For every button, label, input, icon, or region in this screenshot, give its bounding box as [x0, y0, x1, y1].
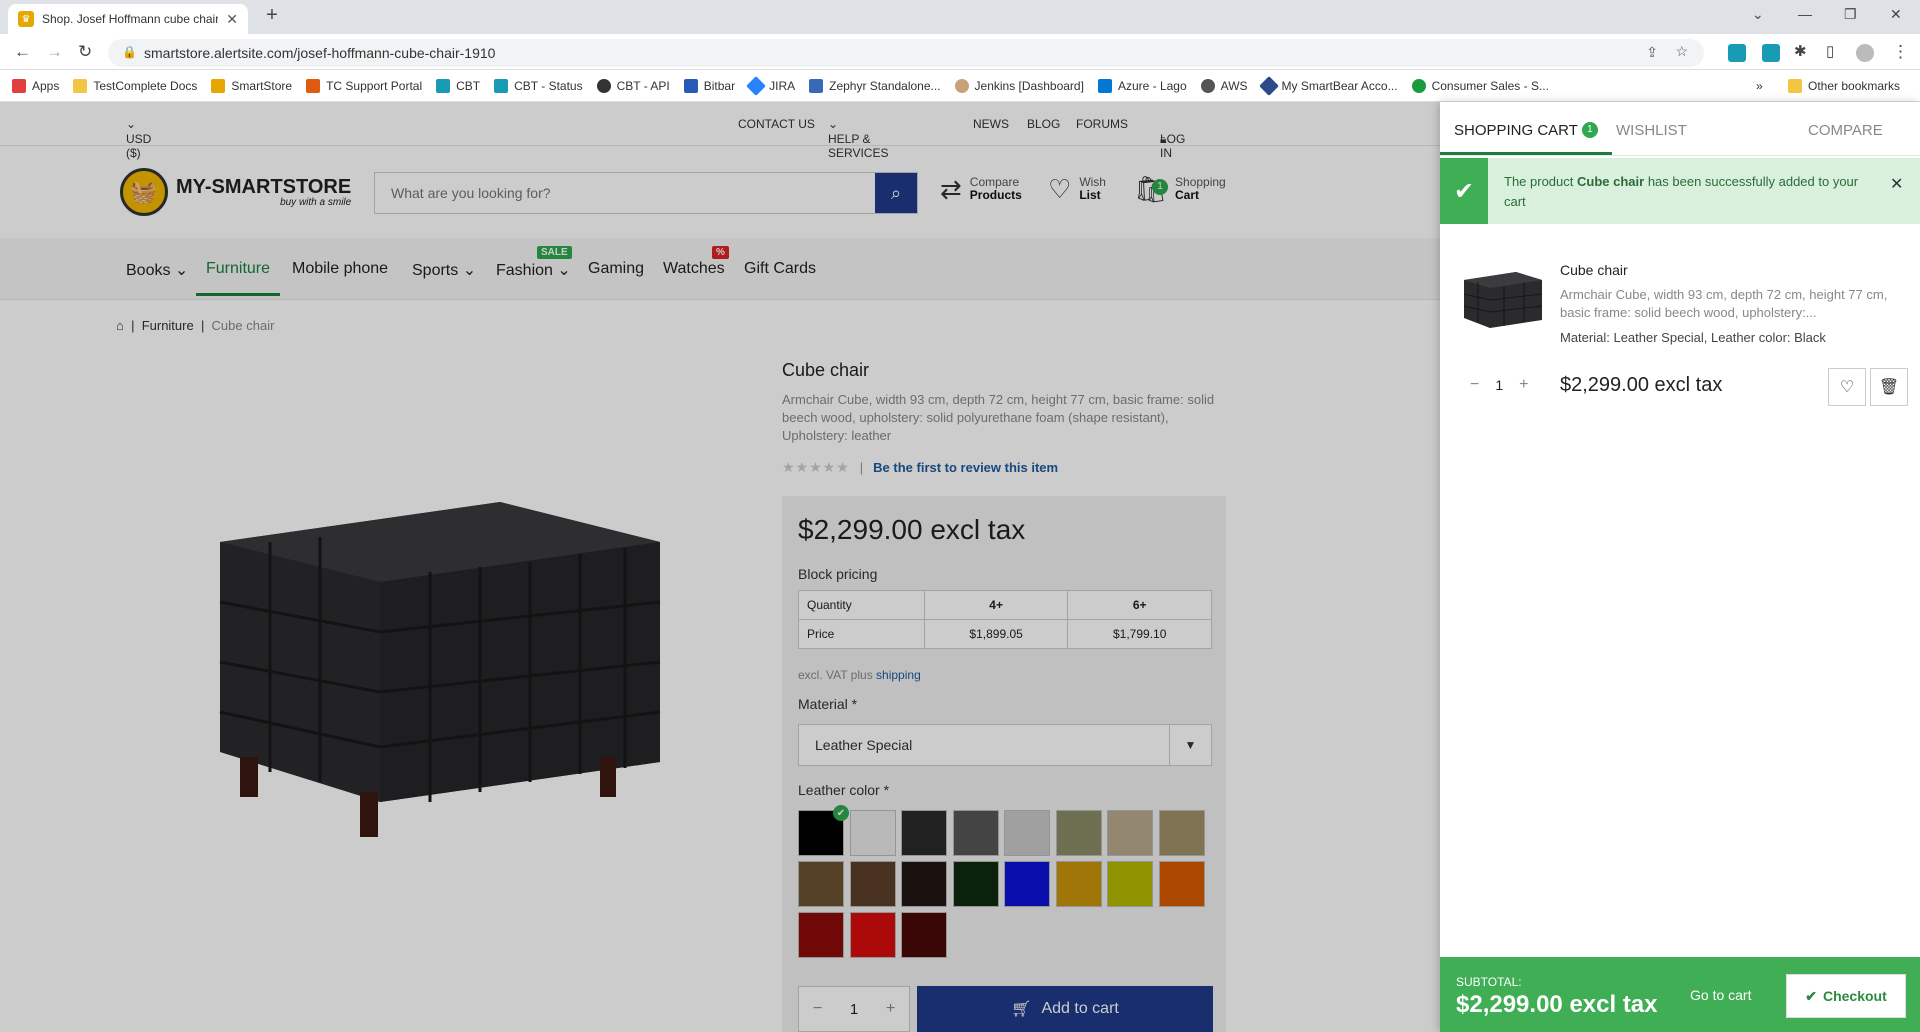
bookmark-item[interactable]: JIRA: [746, 75, 795, 96]
subtotal-label: SUBTOTAL:: [1456, 975, 1522, 989]
bookmark-item[interactable]: CBT: [436, 78, 480, 93]
cart-item-attributes: Material: Leather Special, Leather color…: [1560, 330, 1826, 345]
bookmark-item[interactable]: Azure - Lago: [1097, 78, 1187, 93]
cart-item-quantity-stepper[interactable]: − 1 +: [1470, 376, 1528, 394]
close-icon[interactable]: ✕: [1890, 158, 1920, 224]
azure-icon: [1097, 78, 1112, 93]
sidepanel-icon[interactable]: ▯: [1826, 42, 1834, 60]
close-window-icon[interactable]: ✕: [1890, 6, 1902, 23]
puzzle-icon[interactable]: ✱: [1794, 42, 1807, 60]
check-icon: ✔: [1805, 987, 1817, 1004]
restore-icon[interactable]: ❐: [1844, 6, 1857, 23]
plus-icon[interactable]: +: [1519, 376, 1528, 394]
share-icon[interactable]: ⇪: [1646, 44, 1658, 61]
new-tab-button[interactable]: +: [258, 4, 286, 32]
forward-icon[interactable]: →: [46, 42, 63, 62]
other-bookmarks[interactable]: Other bookmarks: [1788, 78, 1900, 93]
bookmark-item[interactable]: Jenkins [Dashboard]: [954, 78, 1084, 93]
bookmark-item[interactable]: CBT - Status: [494, 78, 583, 93]
cart-count-badge: 1: [1581, 122, 1598, 138]
address-bar[interactable]: 🔒 smartstore.alertsite.com/josef-hoffman…: [108, 39, 1704, 67]
go-to-cart-button[interactable]: Go to cart: [1690, 987, 1751, 1003]
bookmark-item[interactable]: SmartStore: [211, 78, 292, 93]
sales-icon: [1411, 78, 1426, 93]
folder-icon: [1788, 78, 1802, 93]
jira-icon: [746, 75, 767, 96]
check-icon: ✔: [1440, 158, 1488, 224]
tab-shopping-cart[interactable]: SHOPPING CART 1: [1440, 122, 1612, 155]
cbt-icon: [436, 78, 451, 93]
bookmark-item[interactable]: Bitbar: [683, 78, 735, 93]
cart-item-image[interactable]: [1460, 266, 1544, 332]
close-icon[interactable]: ✕: [226, 11, 238, 28]
extension-icon[interactable]: [1728, 44, 1746, 62]
heart-icon: ♡: [1839, 379, 1855, 396]
minimize-icon[interactable]: —: [1798, 6, 1812, 22]
cbt-icon: [494, 78, 509, 93]
cart-side-panel: SHOPPING CART 1 WISHLIST COMPARE ✔ The pr…: [1440, 102, 1920, 1032]
folder-icon: [73, 78, 88, 93]
zephyr-icon: [809, 78, 824, 93]
move-to-wishlist-button[interactable]: ♡: [1828, 368, 1866, 406]
browser-tab[interactable]: ♛ Shop. Josef Hoffmann cube chair ✕: [8, 4, 248, 34]
more-bookmarks-button[interactable]: »: [1756, 79, 1763, 93]
extension-icon[interactable]: [1762, 44, 1780, 62]
bookmark-item[interactable]: My SmartBear Acco...: [1258, 75, 1398, 96]
trash-icon: 🗑︎: [1878, 379, 1900, 396]
page-dim-overlay[interactable]: [0, 102, 1440, 1032]
cart-item-quantity: 1: [1495, 377, 1504, 393]
browser-tab-strip: ♛ Shop. Josef Hoffmann cube chair ✕ + ⌄ …: [0, 0, 1920, 34]
smartstore-favicon: ♛: [18, 11, 34, 27]
cart-item-name[interactable]: Cube chair: [1560, 262, 1628, 278]
checkout-button[interactable]: ✔ Checkout: [1786, 974, 1906, 1018]
smartstore-icon: [211, 78, 226, 93]
support-icon: [306, 78, 321, 93]
api-icon: [596, 78, 611, 93]
lock-icon[interactable]: 🔒: [122, 45, 137, 59]
minus-icon[interactable]: −: [1470, 376, 1479, 394]
tab-wishlist[interactable]: WISHLIST: [1616, 122, 1687, 139]
reload-icon[interactable]: ↻: [78, 42, 92, 62]
cart-item-price: $2,299.00 excl tax: [1560, 374, 1723, 396]
bookmark-item[interactable]: Consumer Sales - S...: [1411, 78, 1549, 93]
remove-item-button[interactable]: 🗑︎: [1870, 368, 1908, 406]
menu-icon[interactable]: ⋮: [1892, 42, 1909, 62]
smartbear-icon: [1258, 75, 1279, 96]
bookmark-item[interactable]: AWS: [1200, 78, 1248, 93]
bookmark-item[interactable]: Apps: [12, 78, 59, 93]
star-icon[interactable]: ☆: [1675, 43, 1688, 60]
browser-toolbar: ← → ↻ 🔒 smartstore.alertsite.com/josef-h…: [0, 34, 1920, 70]
bookmark-item[interactable]: CBT - API: [596, 78, 670, 93]
profile-icon[interactable]: [1856, 44, 1874, 62]
tab-title: Shop. Josef Hoffmann cube chair: [42, 12, 219, 26]
tab-compare[interactable]: COMPARE: [1808, 122, 1883, 139]
cart-item-description: Armchair Cube, width 93 cm, depth 72 cm,…: [1560, 287, 1888, 320]
jenkins-icon: [954, 78, 969, 93]
globe-icon: [1200, 78, 1215, 93]
bookmark-item[interactable]: TC Support Portal: [306, 78, 422, 93]
tab-search-icon[interactable]: ⌄: [1752, 6, 1764, 23]
cart-footer: SUBTOTAL: $2,299.00 excl tax Go to cart …: [1440, 957, 1920, 1032]
apps-icon: [12, 78, 26, 93]
subtotal-value: $2,299.00 excl tax: [1456, 991, 1658, 1018]
back-icon[interactable]: ←: [14, 42, 31, 62]
bookmark-item[interactable]: TestComplete Docs: [73, 78, 197, 93]
bookmark-item[interactable]: Zephyr Standalone...: [809, 78, 941, 93]
url-text: smartstore.alertsite.com/josef-hoffmann-…: [144, 45, 496, 61]
bitbar-icon: [683, 78, 698, 93]
notification-message: The product Cube chair has been successf…: [1504, 174, 1859, 209]
success-notification: ✔ The product Cube chair has been succes…: [1440, 158, 1920, 224]
bookmarks-bar: Apps TestComplete Docs SmartStore TC Sup…: [0, 70, 1920, 102]
panel-tabs: SHOPPING CART 1 WISHLIST COMPARE: [1440, 102, 1920, 156]
